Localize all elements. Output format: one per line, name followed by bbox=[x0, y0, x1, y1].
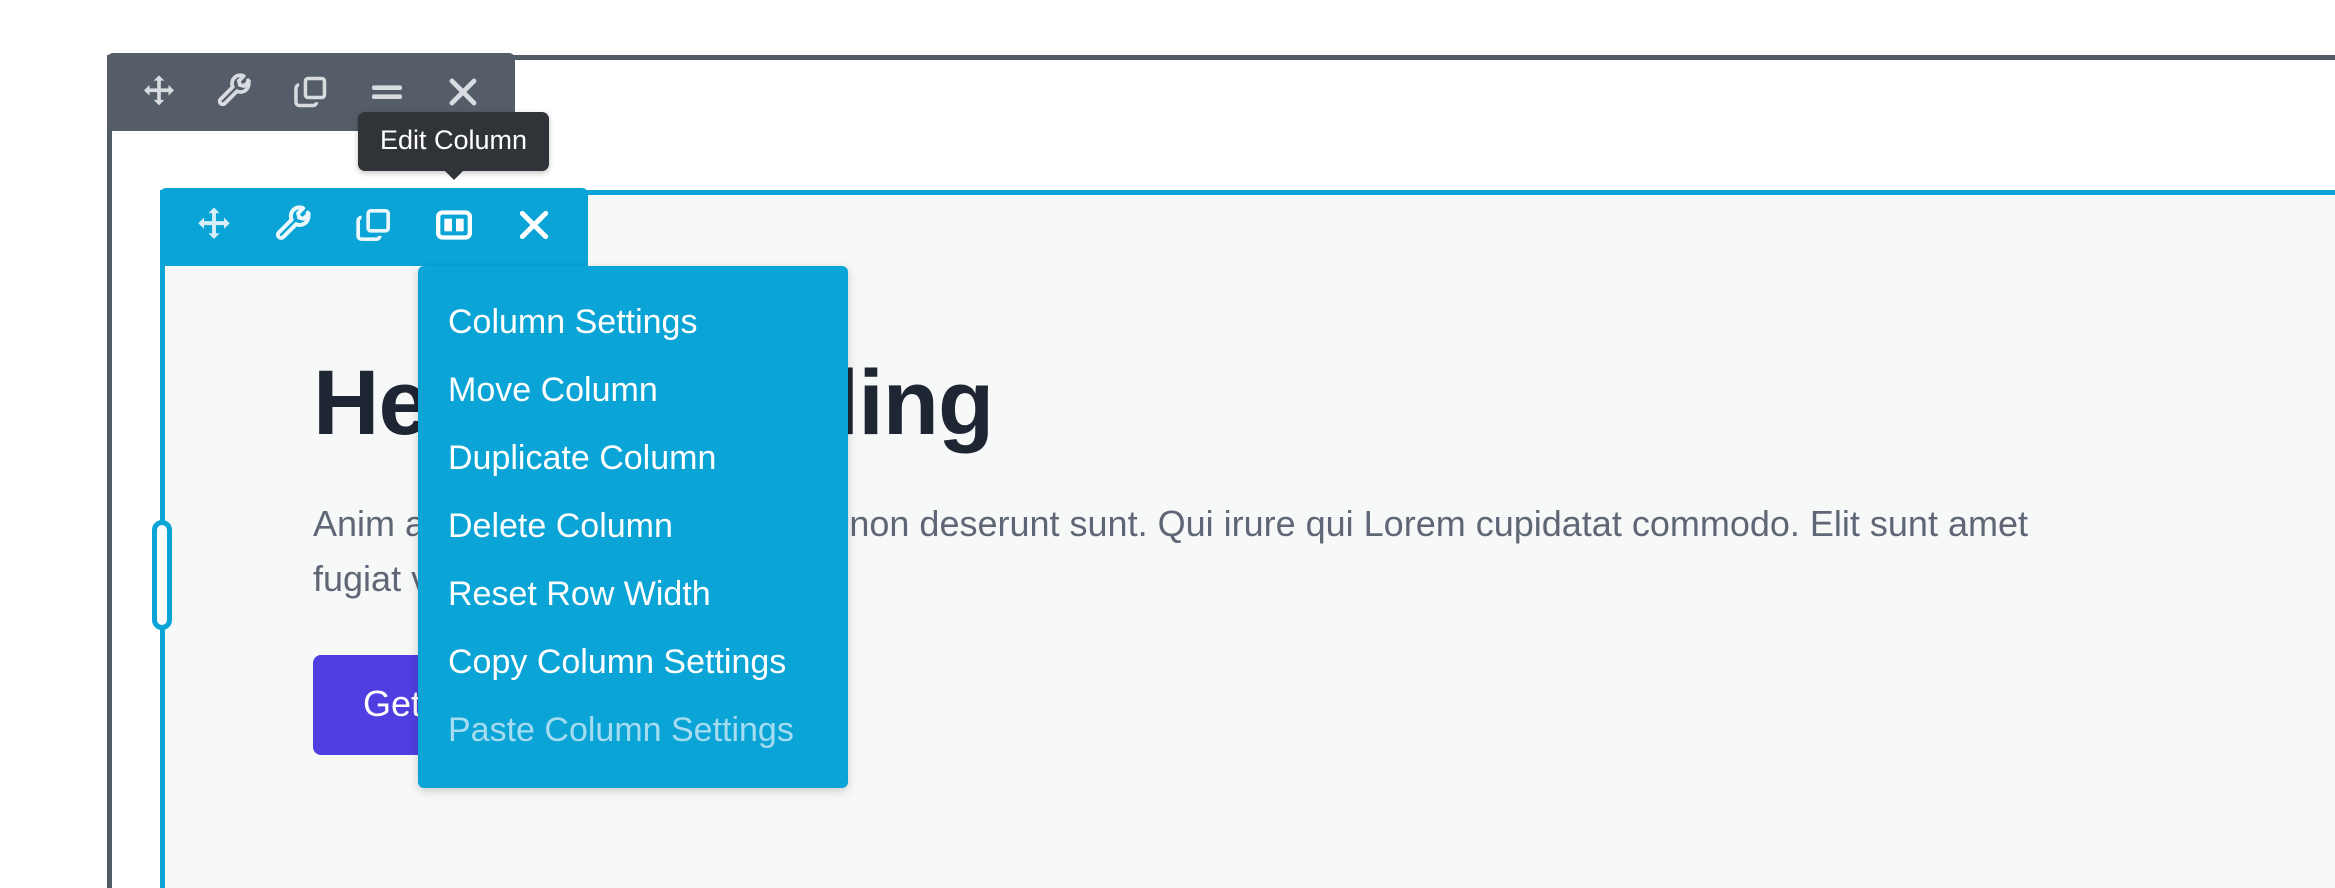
duplicate-icon bbox=[292, 73, 330, 111]
menu-item-move-column[interactable]: Move Column bbox=[418, 356, 848, 424]
menu-icon bbox=[367, 72, 407, 112]
menu-item-delete-column[interactable]: Delete Column bbox=[418, 492, 848, 560]
menu-item-paste-column-settings: Paste Column Settings bbox=[448, 711, 794, 749]
column-duplicate-button[interactable] bbox=[334, 188, 414, 266]
row-move-button[interactable] bbox=[121, 53, 197, 131]
move-icon bbox=[139, 72, 179, 112]
wrench-icon bbox=[274, 204, 314, 250]
column-toolbar bbox=[160, 188, 588, 266]
close-icon bbox=[514, 205, 554, 250]
column-context-menu: Column Settings Move Column Duplicate Co… bbox=[418, 266, 848, 788]
column-edit-button[interactable] bbox=[414, 188, 494, 266]
column-resize-handle[interactable] bbox=[152, 520, 172, 630]
move-icon bbox=[193, 204, 235, 251]
tooltip: Edit Column bbox=[358, 112, 550, 180]
wrench-icon bbox=[216, 73, 254, 111]
column-delete-button[interactable] bbox=[494, 188, 574, 266]
menu-item-duplicate-column[interactable]: Duplicate Column bbox=[418, 424, 848, 492]
menu-item-reset-row-width[interactable]: Reset Row Width bbox=[418, 560, 848, 628]
columns-icon bbox=[434, 205, 474, 250]
column-settings-button[interactable] bbox=[254, 188, 334, 266]
duplicate-icon bbox=[354, 205, 394, 250]
menu-item-copy-column-settings[interactable]: Copy Column Settings bbox=[418, 628, 848, 696]
editor-canvas: Heading Styling Anim aute id magna aliqu… bbox=[0, 0, 2335, 888]
close-icon bbox=[444, 73, 482, 111]
menu-item-column-settings[interactable]: Column Settings bbox=[418, 288, 848, 356]
row-duplicate-button[interactable] bbox=[273, 53, 349, 131]
row-settings-button[interactable] bbox=[197, 53, 273, 131]
column-move-button[interactable] bbox=[174, 188, 254, 266]
